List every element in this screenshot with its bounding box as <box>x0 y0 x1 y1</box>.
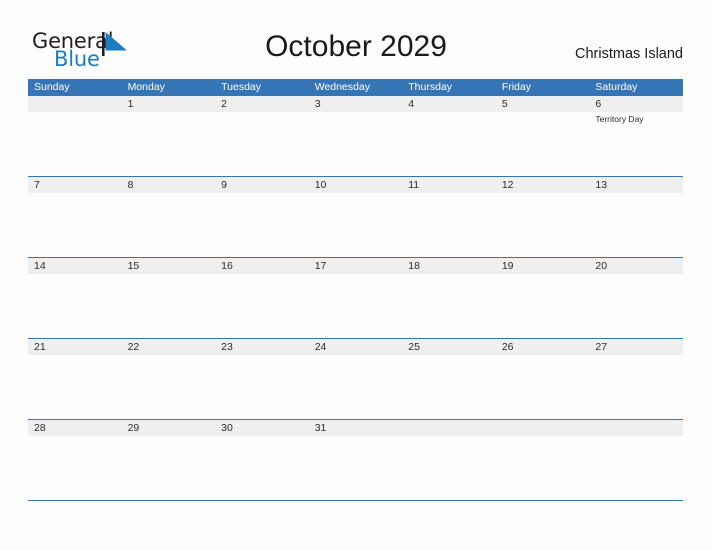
calendar-day-cell[interactable]: 14 <box>28 258 122 338</box>
day-cells: 7 8 9 10 11 12 13 <box>28 177 683 257</box>
weekday-header-thursday: Thursday <box>408 81 453 93</box>
day-number: 16 <box>221 260 233 272</box>
day-number: 6 <box>595 98 602 110</box>
location-label: Christmas Island <box>575 46 683 62</box>
day-number: 28 <box>34 422 46 434</box>
calendar-week-row: 21 22 23 24 25 26 27 <box>28 339 683 420</box>
day-cells: 28 29 30 31 <box>28 420 683 500</box>
calendar-day-cell[interactable]: 19 <box>496 258 590 338</box>
day-number: 17 <box>314 260 327 272</box>
weekday-header-friday: Friday <box>501 81 531 93</box>
day-number: 24 <box>314 341 327 353</box>
calendar-day-cell[interactable]: 13 <box>589 177 683 257</box>
day-number: 14 <box>34 260 46 272</box>
weekday-header-tuesday: Tuesday <box>221 81 262 93</box>
day-number: 11 <box>408 179 420 191</box>
day-number: 15 <box>127 260 140 272</box>
calendar-day-cell[interactable]: 9 <box>215 177 309 257</box>
calendar-day-cell[interactable]: 26 <box>496 339 590 419</box>
day-number: 21 <box>34 341 46 353</box>
day-number: 3 <box>314 98 321 110</box>
day-number: 20 <box>595 260 608 272</box>
calendar-day-cell[interactable] <box>28 96 122 176</box>
day-cells: 1 2 3 4 5 6 Territory Day <box>28 96 683 176</box>
weekday-header-sunday: Sunday <box>34 81 70 93</box>
weekday-header-wednesday: Wednesday <box>314 81 370 93</box>
calendar-day-cell[interactable]: 18 <box>402 258 496 338</box>
page-header: General Blue October 2029 Christmas Isla… <box>0 0 712 78</box>
calendar-day-cell[interactable]: 15 <box>122 258 216 338</box>
calendar-week-row: 1 2 3 4 5 6 Territory Day <box>28 96 683 177</box>
calendar-day-cell[interactable]: 10 <box>309 177 403 257</box>
calendar-day-cell[interactable] <box>589 420 683 500</box>
calendar-day-cell[interactable]: 6 Territory Day <box>589 96 683 176</box>
calendar-day-cell[interactable]: 25 <box>402 339 496 419</box>
calendar-day-cell[interactable] <box>402 420 496 500</box>
calendar-day-cell[interactable]: 23 <box>215 339 309 419</box>
day-cells: 21 22 23 24 25 26 27 <box>28 339 683 419</box>
day-number: 22 <box>127 341 140 353</box>
calendar-day-cell[interactable]: 4 <box>402 96 496 176</box>
weekday-header-row: Sunday Monday Tuesday Wednesday Thursday… <box>28 79 683 96</box>
calendar-page: General Blue October 2029 Christmas Isla… <box>0 0 712 550</box>
calendar-day-cell[interactable]: 24 <box>309 339 403 419</box>
day-number: 26 <box>501 341 514 353</box>
calendar-week-row: 7 8 9 10 11 12 13 <box>28 177 683 258</box>
day-number: 30 <box>221 422 233 434</box>
day-number: 2 <box>221 98 227 110</box>
day-event-label: Territory Day <box>595 114 644 124</box>
day-number: 5 <box>501 98 508 110</box>
day-number: 7 <box>34 179 40 191</box>
day-number: 12 <box>501 179 514 191</box>
calendar-day-cell[interactable]: 20 <box>589 258 683 338</box>
calendar-grid: Sunday Monday Tuesday Wednesday Thursday… <box>28 79 683 501</box>
calendar-day-cell[interactable]: 1 <box>122 96 216 176</box>
day-number: 31 <box>314 422 327 434</box>
day-number: 9 <box>221 179 227 191</box>
day-number: 4 <box>408 98 415 110</box>
calendar-day-cell[interactable]: 8 <box>122 177 216 257</box>
calendar-weeks: 1 2 3 4 5 6 Territory Day 7 8 9 10 11 12 13 14 15 16 17 18… <box>28 96 683 501</box>
day-number: 29 <box>127 422 140 434</box>
calendar-day-cell[interactable]: 12 <box>496 177 590 257</box>
calendar-day-cell[interactable] <box>496 420 590 500</box>
calendar-day-cell[interactable]: 27 <box>589 339 683 419</box>
day-number: 25 <box>408 341 420 353</box>
calendar-day-cell[interactable]: 2 <box>215 96 309 176</box>
day-number: 10 <box>314 179 327 191</box>
calendar-day-cell[interactable]: 7 <box>28 177 122 257</box>
weekday-header-saturday: Saturday <box>595 81 638 93</box>
calendar-day-cell[interactable]: 21 <box>28 339 122 419</box>
day-number: 27 <box>595 341 608 353</box>
calendar-day-cell[interactable]: 11 <box>402 177 496 257</box>
calendar-day-cell[interactable]: 29 <box>122 420 216 500</box>
day-number: 19 <box>501 260 514 272</box>
day-number: 1 <box>127 98 134 110</box>
day-number: 8 <box>127 179 134 191</box>
calendar-day-cell[interactable]: 17 <box>309 258 403 338</box>
calendar-day-cell[interactable]: 5 <box>496 96 590 176</box>
calendar-day-cell[interactable]: 3 <box>309 96 403 176</box>
calendar-day-cell[interactable]: 30 <box>215 420 309 500</box>
day-number: 13 <box>595 179 608 191</box>
calendar-day-cell[interactable]: 31 <box>309 420 403 500</box>
calendar-day-cell[interactable]: 28 <box>28 420 122 500</box>
calendar-day-cell[interactable]: 16 <box>215 258 309 338</box>
day-number: 23 <box>221 341 233 353</box>
calendar-week-row: 28 29 30 31 <box>28 420 683 501</box>
calendar-day-cell[interactable]: 22 <box>122 339 216 419</box>
day-cells: 14 15 16 17 18 19 20 <box>28 258 683 338</box>
day-number: 18 <box>408 260 420 272</box>
weekday-header-monday: Monday <box>127 81 165 93</box>
calendar-week-row: 14 15 16 17 18 19 20 <box>28 258 683 339</box>
